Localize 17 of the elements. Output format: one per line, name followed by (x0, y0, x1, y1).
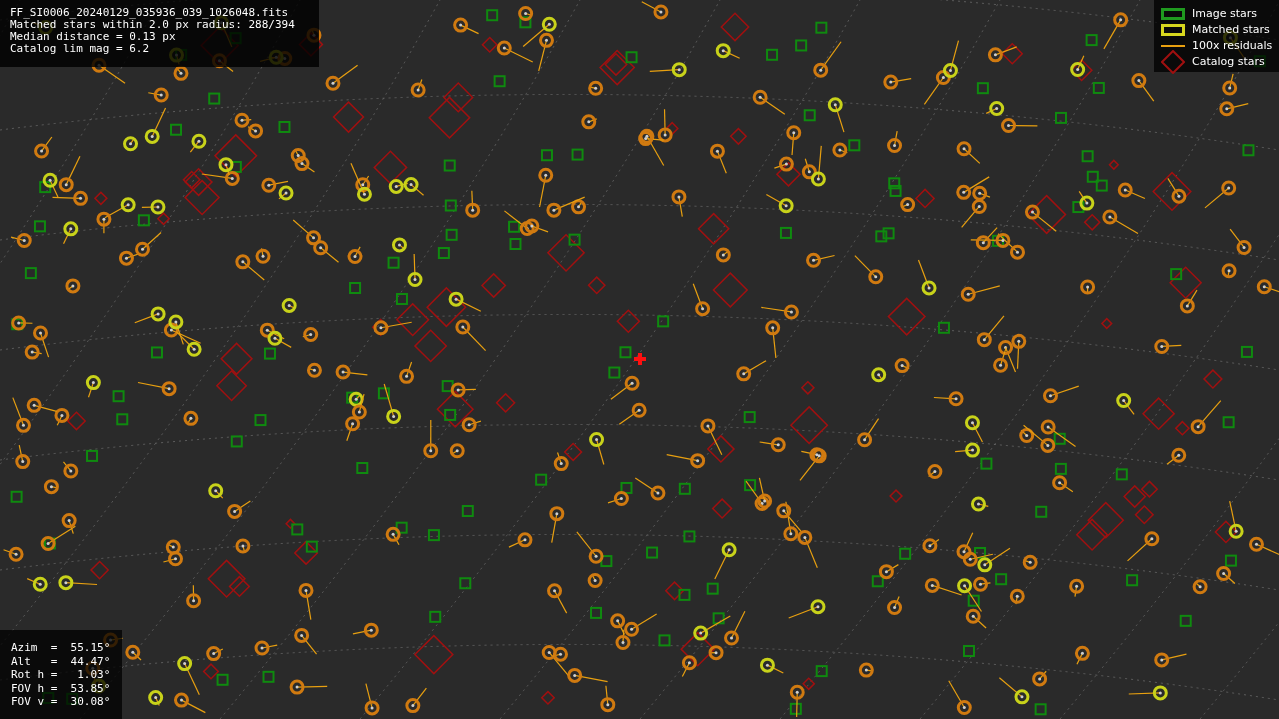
legend-label: Catalog stars (1192, 55, 1265, 68)
pointing-text: Azim = 55.15° (11, 641, 112, 655)
line-icon (1161, 44, 1185, 47)
legend-label: 100x residuals (1192, 39, 1273, 52)
info-text: FF_SI0006_20240129_035936_039_1026048.fits (10, 7, 290, 19)
pointing-text: Rot h = 1.03° (11, 668, 112, 682)
info-text: Catalog lim mag = 6.2 (10, 43, 151, 55)
legend-label: Matched stars (1192, 23, 1270, 36)
pointing-text: Alt = 44.47° (11, 654, 112, 668)
pointing-text: FOV v = 30.08° (11, 695, 112, 709)
diamond-icon (1161, 49, 1185, 74)
info-text: Matched stars within 2.0 px radius: 288/394 (10, 19, 296, 31)
square-icon (1161, 23, 1185, 36)
legend-label: Image stars (1192, 7, 1257, 20)
pointing-text: FOV h = 53.85° (11, 681, 112, 695)
info-text: Median distance = 0.13 px (10, 31, 177, 43)
square-icon (1161, 7, 1185, 20)
